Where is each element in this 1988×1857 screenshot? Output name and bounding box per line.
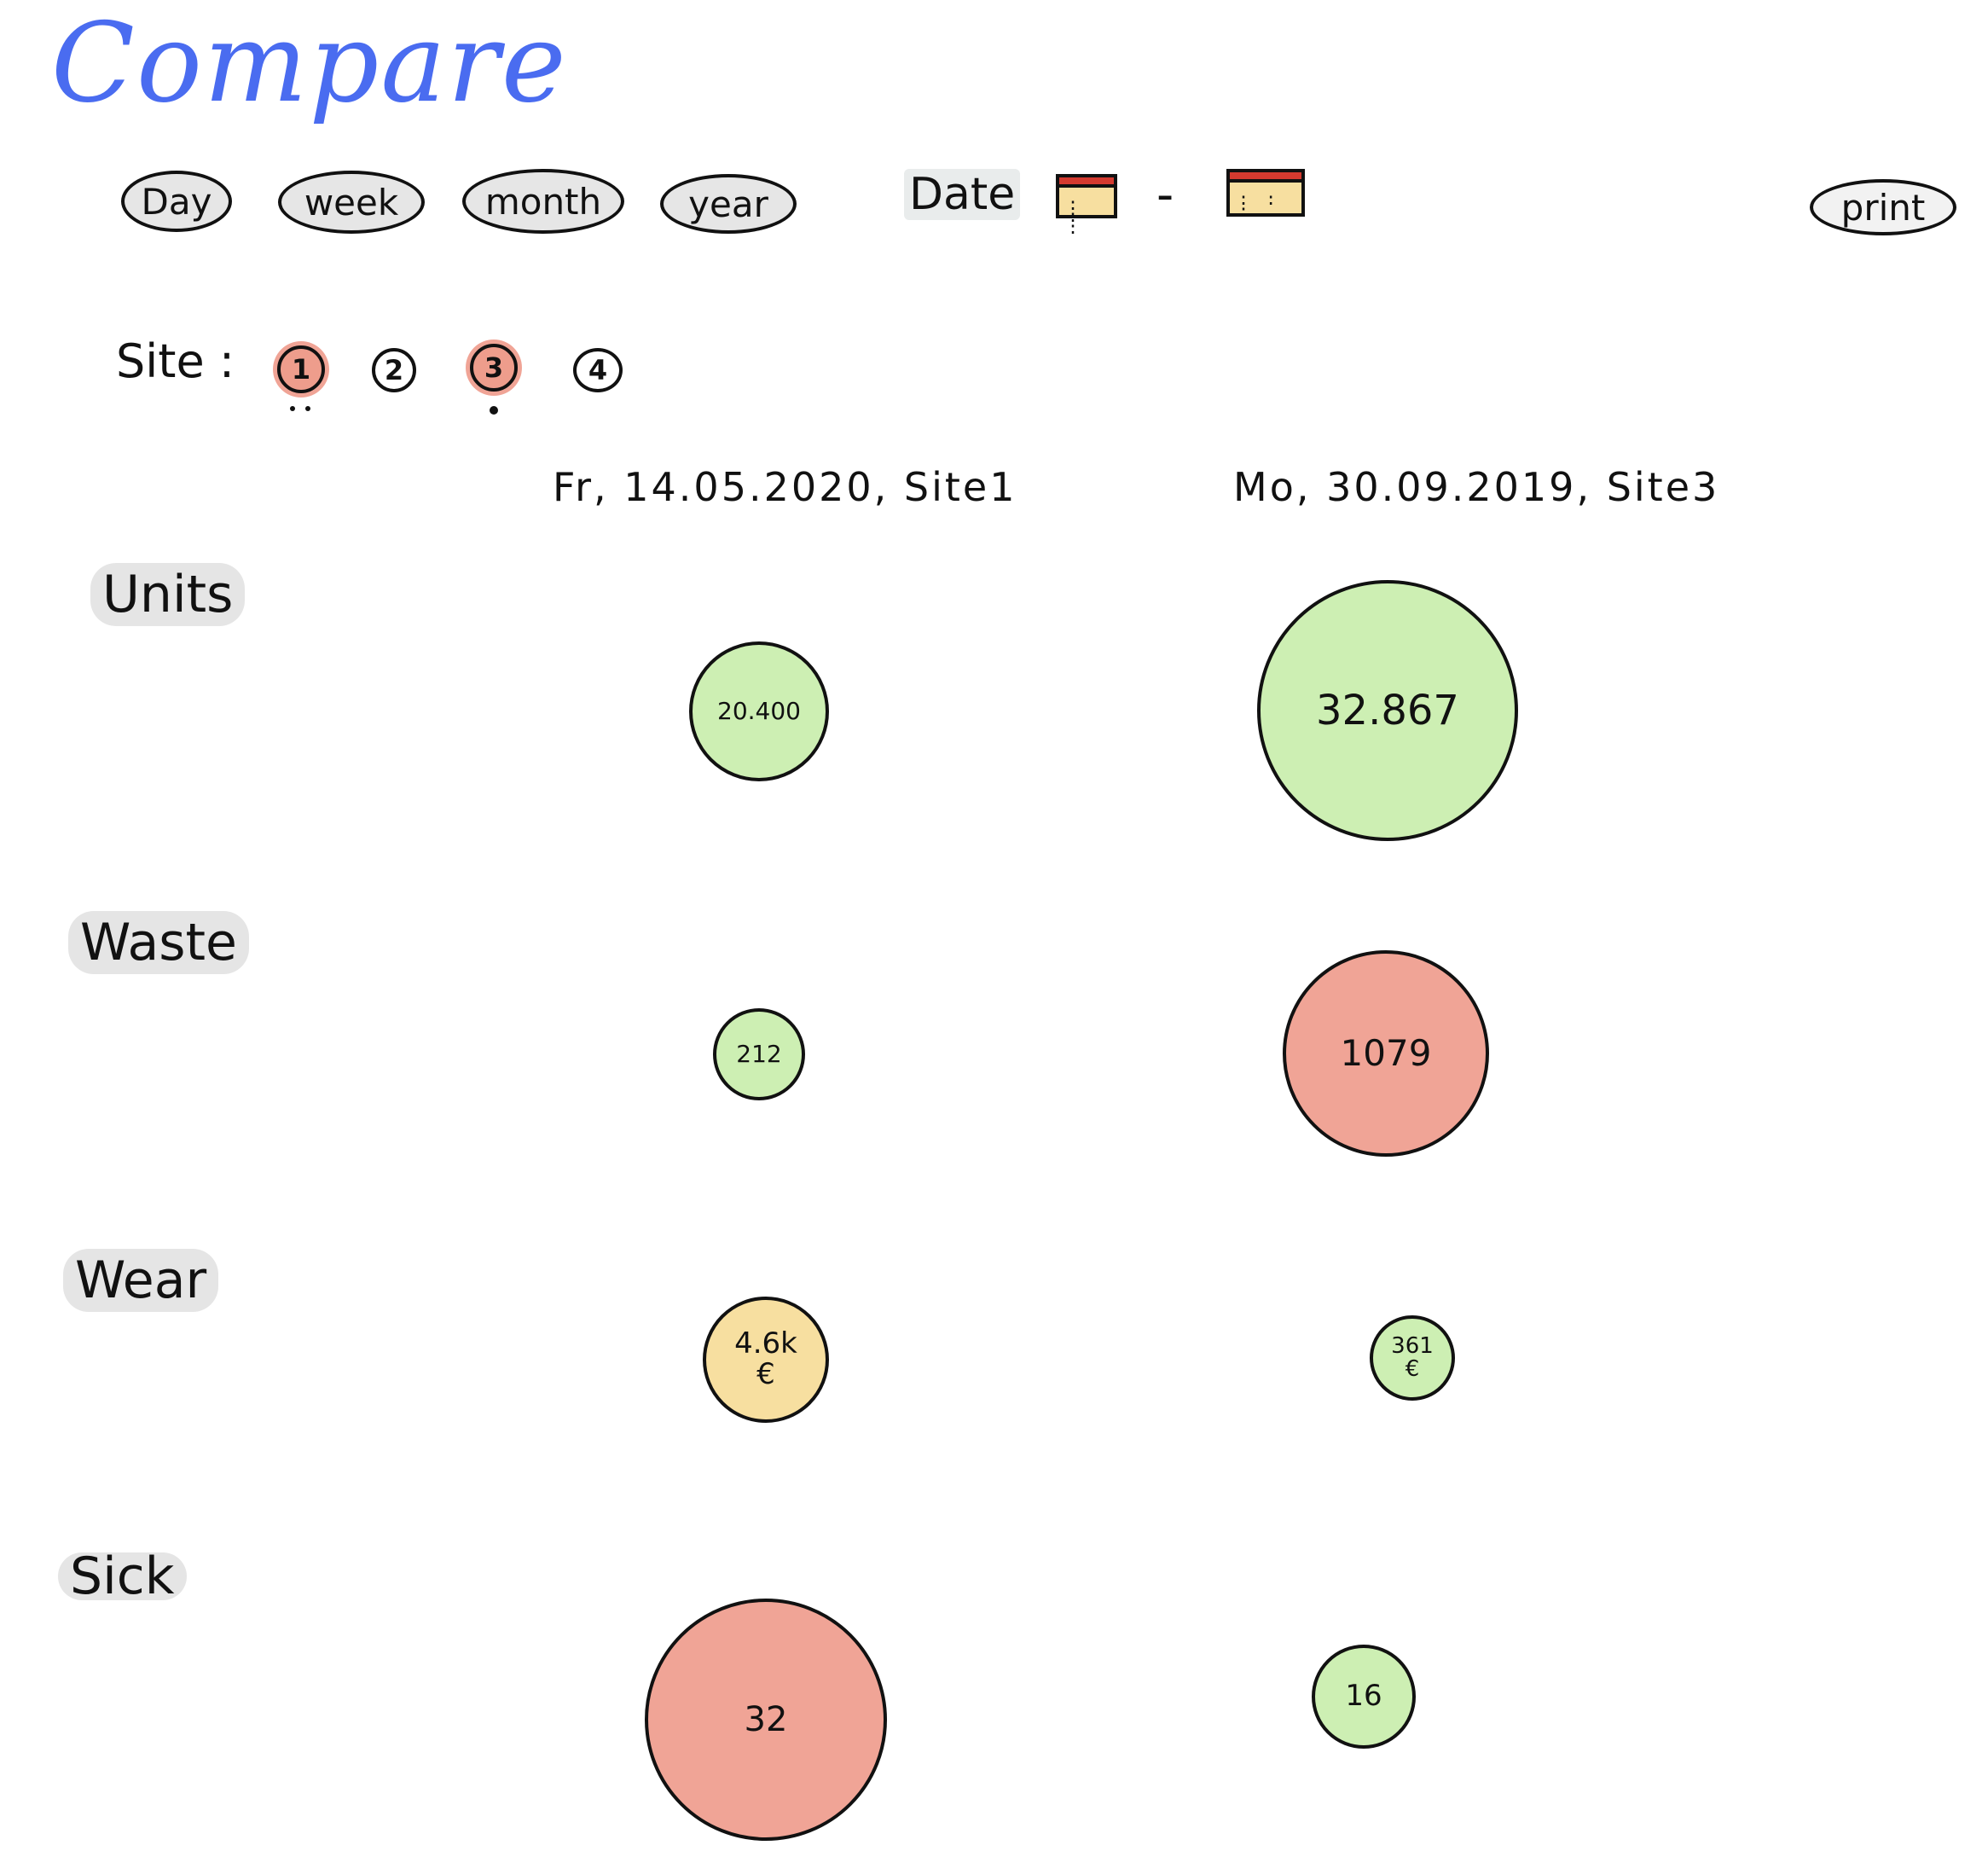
date-label: Date <box>904 169 1021 220</box>
end-date-calendar-icon[interactable]: : : : <box>1226 169 1305 221</box>
period-week-button[interactable]: week <box>278 171 425 234</box>
bubble-value: 361 <box>1391 1332 1434 1359</box>
period-month-button[interactable]: month <box>462 169 624 234</box>
calendar-header <box>1226 169 1305 183</box>
date-range-separator: - <box>1156 167 1174 223</box>
column-header-right: Mo, 30.09.2019, Site3 <box>1233 464 1720 510</box>
start-date-calendar-icon[interactable]: : : : <box>1056 174 1117 238</box>
waste-site3-bubble: 1079 <box>1283 950 1489 1157</box>
bubble-value: 32.867 <box>1316 686 1459 734</box>
site-label: Site : <box>116 334 235 388</box>
bubble-unit: € <box>756 1357 775 1391</box>
site-3-button[interactable]: 3 <box>470 344 518 392</box>
row-label-sick: Sick <box>58 1551 187 1602</box>
site-3-indicator <box>490 406 498 415</box>
sick-site1-bubble: 32 <box>645 1599 887 1841</box>
units-site3-bubble: 32.867 <box>1257 580 1518 841</box>
period-year-button[interactable]: year <box>660 174 797 234</box>
calendar-header <box>1056 174 1117 188</box>
row-label-wear: Wear <box>63 1249 219 1312</box>
bubble-value: 1079 <box>1340 1031 1432 1074</box>
column-header-left: Fr, 14.05.2020, Site1 <box>553 464 1017 510</box>
site-1-indicator <box>305 406 310 411</box>
period-day-button[interactable]: Day <box>121 171 232 232</box>
print-button[interactable]: print <box>1810 179 1956 235</box>
bubble-value: 212 <box>736 1040 782 1069</box>
bubble-value: 32 <box>744 1700 788 1739</box>
bubble-value: 16 <box>1345 1679 1382 1714</box>
site-4-button[interactable]: 4 <box>573 348 623 392</box>
sick-site3-bubble: 16 <box>1312 1645 1416 1749</box>
bubble-unit: € <box>1405 1356 1420 1382</box>
wear-site3-bubble: 361 € <box>1370 1315 1455 1401</box>
calendar-grid: : : : <box>1068 194 1082 238</box>
site-2-button[interactable]: 2 <box>372 348 416 392</box>
wear-site1-bubble: 4.6k € <box>703 1297 829 1423</box>
site-1-button[interactable]: 1 <box>277 345 325 393</box>
waste-site1-bubble: 212 <box>713 1008 805 1100</box>
bubble-value: 20.400 <box>717 697 801 726</box>
page-title: Compare <box>51 0 568 127</box>
row-label-waste: Waste <box>68 911 249 974</box>
bubble-value: 4.6k <box>734 1326 797 1361</box>
row-label-units: Units <box>90 563 246 626</box>
units-site1-bubble: 20.400 <box>689 641 829 781</box>
site-1-indicator <box>290 406 295 411</box>
calendar-grid: : : : <box>1238 189 1280 221</box>
